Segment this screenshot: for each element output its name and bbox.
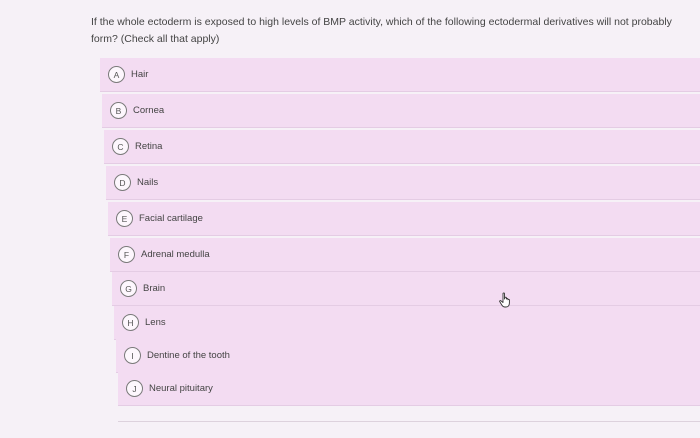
option-letter-badge: E xyxy=(116,210,133,227)
option-j[interactable]: J Neural pituitary xyxy=(118,372,700,406)
option-label: Lens xyxy=(145,317,166,328)
hand-pointer-icon xyxy=(499,292,510,308)
option-letter-badge: F xyxy=(118,246,135,263)
option-b[interactable]: B Cornea xyxy=(102,94,700,128)
option-d[interactable]: D Nails xyxy=(106,166,700,200)
option-label: Cornea xyxy=(133,105,165,116)
option-label: Retina xyxy=(135,141,163,152)
option-i[interactable]: I Dentine of the tooth xyxy=(116,339,700,373)
option-e[interactable]: E Facial cartilage xyxy=(108,202,700,236)
option-letter-badge: H xyxy=(122,314,139,331)
option-a[interactable]: A Hair xyxy=(100,58,700,92)
option-label: Adrenal medulla xyxy=(141,249,210,260)
option-label: Neural pituitary xyxy=(149,383,213,394)
option-letter-badge: J xyxy=(126,380,143,397)
option-label: Brain xyxy=(143,283,166,294)
option-label: Facial cartilage xyxy=(139,213,203,224)
option-f[interactable]: F Adrenal medulla xyxy=(110,238,700,272)
option-letter-badge: G xyxy=(120,280,137,297)
bottom-divider xyxy=(118,421,700,422)
option-h[interactable]: H Lens xyxy=(114,306,700,340)
option-c[interactable]: C Retina xyxy=(104,130,700,164)
option-label: Nails xyxy=(137,177,159,188)
option-label: Hair xyxy=(131,69,149,80)
option-label: Dentine of the tooth xyxy=(147,350,230,361)
option-letter-badge: B xyxy=(110,102,127,119)
option-letter-badge: A xyxy=(108,66,125,83)
option-g[interactable]: G Brain xyxy=(112,272,700,306)
option-letter-badge: C xyxy=(112,138,129,155)
option-letter-badge: D xyxy=(114,174,131,191)
option-letter-badge: I xyxy=(124,347,141,364)
question-text: If the whole ectoderm is exposed to high… xyxy=(91,16,672,45)
